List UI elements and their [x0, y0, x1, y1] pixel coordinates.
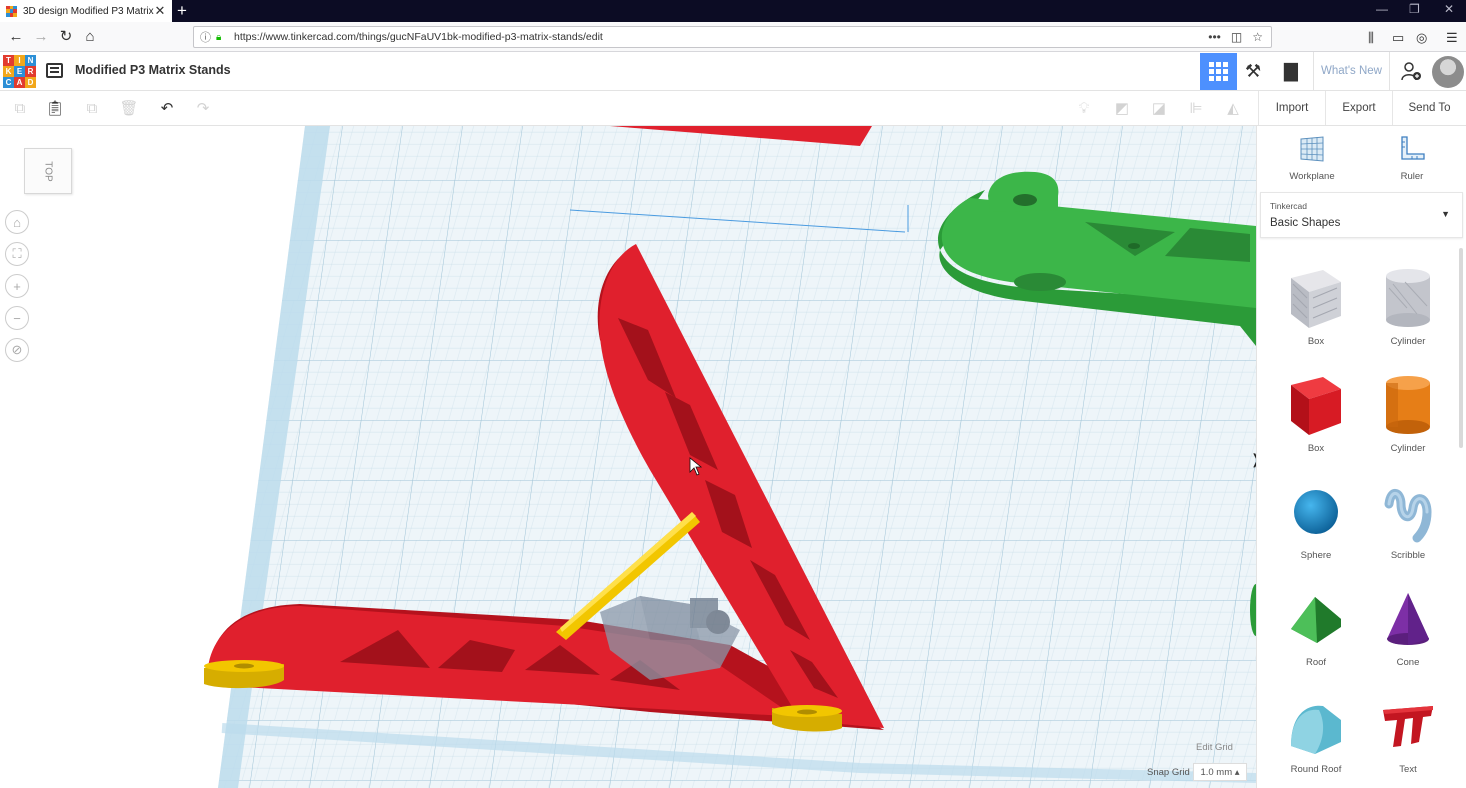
lightbulb-icon[interactable]: 💡︎ — [1074, 99, 1094, 119]
shape-sphere[interactable]: Sphere — [1276, 478, 1356, 561]
maximize-icon[interactable]: ❐ — [1409, 2, 1420, 16]
home-view-icon[interactable]: ⌂ — [5, 210, 29, 234]
window-close-icon[interactable]: ✕ — [1444, 2, 1454, 16]
cone-icon — [1387, 593, 1429, 645]
app-header: T I N K E R C A D Modified P3 Matrix Sta… — [0, 52, 1466, 91]
send-to-button[interactable]: Send To — [1392, 91, 1466, 125]
box-hole-icon — [1291, 270, 1341, 328]
address-bar[interactable]: ⓘ 🔒︎ https://www.tinkercad.com/things/gu… — [193, 26, 1272, 48]
round-roof-icon — [1291, 705, 1341, 754]
caret-down-icon: ▼ — [1441, 209, 1450, 219]
shape-box[interactable]: Box — [1276, 371, 1356, 454]
editor-toolbar: ⧉ 📋︎ ⧉ 🗑︎ ↶ ↷ 💡︎ ◩ ◪ ⊫ ◭ Import Export S… — [0, 91, 1466, 126]
shape-box-hole[interactable]: Box — [1276, 264, 1356, 347]
shape-scribble[interactable]: Scribble — [1368, 478, 1448, 561]
box-icon — [1291, 377, 1341, 435]
project-title[interactable]: Modified P3 Matrix Stands — [75, 63, 231, 77]
cylinder-icon — [1386, 376, 1430, 434]
minimize-icon[interactable]: — — [1376, 2, 1388, 16]
scene-svg[interactable] — [0, 126, 1256, 788]
sidebar-icon[interactable]: ▭ — [1392, 30, 1404, 46]
export-button[interactable]: Export — [1325, 91, 1392, 125]
tab-title: 3D design Modified P3 Matrix S — [23, 5, 154, 17]
home-icon[interactable]: ⌂ — [80, 27, 100, 47]
bricks-icon[interactable]: ▇ — [1284, 61, 1298, 82]
new-tab-button[interactable]: + — [177, 1, 187, 21]
grid-icon — [1209, 62, 1228, 81]
shape-hole-icon[interactable]: ◩ — [1112, 99, 1132, 119]
browser-tab-strip: 3D design Modified P3 Matrix S ✕ + — ❐ ✕ — [0, 0, 1466, 22]
fit-all-icon[interactable]: ⛶ — [5, 242, 29, 266]
shape-roof[interactable]: Roof — [1276, 585, 1356, 668]
workplane-icon — [1300, 136, 1324, 162]
tab-close-icon[interactable]: ✕ — [154, 3, 166, 19]
shape-text[interactable]: Text — [1368, 692, 1448, 775]
tinkercad-logo[interactable]: T I N K E R C A D — [3, 55, 36, 88]
snap-grid-select[interactable]: 1.0 mm ▴ — [1193, 763, 1247, 781]
add-user-icon[interactable] — [1401, 61, 1421, 81]
shape-round-roof[interactable]: Round Roof — [1276, 692, 1356, 775]
perspective-icon[interactable]: ⊘ — [5, 338, 29, 362]
browser-navbar: ← → ↻ ⌂ ⓘ 🔒︎ https://www.tinkercad.com/t… — [0, 22, 1466, 52]
workplane-button[interactable]: Workplane — [1282, 134, 1342, 182]
import-button[interactable]: Import — [1258, 91, 1325, 125]
align-icon[interactable]: ⊫ — [1186, 99, 1206, 119]
pocket-icon[interactable]: ◫ — [1231, 30, 1242, 44]
design-list-icon[interactable] — [46, 63, 63, 78]
back-icon[interactable]: ← — [6, 27, 26, 47]
delete-icon[interactable]: 🗑︎ — [119, 99, 139, 119]
avatar[interactable] — [1432, 56, 1464, 88]
shape-cone[interactable]: Cone — [1368, 585, 1448, 668]
redo-icon[interactable]: ↷ — [193, 99, 213, 119]
scribble-icon — [1384, 489, 1432, 543]
extension-icon[interactable]: ◎ — [1416, 30, 1427, 46]
ruler-icon — [1401, 136, 1425, 160]
library-icon[interactable]: ⫼ — [1368, 30, 1374, 46]
paste-icon[interactable]: 📋︎ — [45, 99, 65, 119]
tinkercad-window: 3D design Modified P3 Matrix S ✕ + — ❐ ✕… — [0, 0, 1466, 788]
3d-view-button[interactable] — [1200, 53, 1237, 90]
browser-tab[interactable]: 3D design Modified P3 Matrix S ✕ — [0, 0, 172, 22]
page-actions-icon[interactable]: ••• — [1208, 30, 1221, 44]
undo-icon[interactable]: ↶ — [157, 99, 177, 119]
copy-icon[interactable]: ⧉ — [10, 99, 30, 119]
reload-icon[interactable]: ↻ — [56, 27, 76, 47]
zoom-out-icon[interactable]: − — [5, 306, 29, 330]
mirror-icon[interactable]: ◭ — [1223, 99, 1243, 119]
info-icon[interactable]: ⓘ — [200, 29, 214, 45]
edit-grid-button[interactable]: Edit Grid — [1196, 742, 1233, 753]
group-icon[interactable]: ◪ — [1149, 99, 1169, 119]
whats-new-button[interactable]: What's New — [1313, 52, 1390, 90]
ruler-button[interactable]: Ruler — [1382, 134, 1442, 182]
yellow-foot-right[interactable] — [772, 705, 842, 732]
url-text: https://www.tinkercad.com/things/gucNFaU… — [234, 31, 603, 43]
lock-icon: 🔒︎ — [216, 31, 222, 43]
duplicate-icon[interactable]: ⧉ — [82, 99, 102, 119]
zoom-in-icon[interactable]: + — [5, 274, 29, 298]
3d-workplane-canvas[interactable]: TOP ⌂ ⛶ + − ⊘ ❭ Edit Grid Snap Grid 1.0 … — [0, 126, 1256, 788]
forward-icon[interactable]: → — [31, 27, 51, 47]
cylinder-hole-icon — [1386, 269, 1430, 327]
yellow-foot-left[interactable] — [204, 660, 284, 689]
view-cube[interactable]: TOP — [24, 148, 72, 194]
snap-grid-label: Snap Grid — [1147, 767, 1190, 778]
tinkercad-favicon — [6, 5, 17, 17]
menu-icon[interactable]: ☰ — [1446, 30, 1458, 46]
roof-icon — [1291, 597, 1341, 643]
text-shape-icon — [1383, 706, 1433, 747]
bookmark-star-icon[interactable]: ☆ — [1252, 30, 1263, 44]
sphere-icon — [1294, 490, 1338, 534]
shapes-panel: Workplane Ruler Tinkercad Basic Shapes ▼ — [1256, 126, 1466, 788]
shape-cylinder-hole[interactable]: Cylinder — [1368, 264, 1448, 347]
panel-scrollbar[interactable] — [1459, 248, 1463, 448]
shape-cylinder[interactable]: Cylinder — [1368, 371, 1448, 454]
blocks-pickaxe-icon[interactable]: ⚒ — [1245, 61, 1261, 82]
shape-library-dropdown[interactable]: Tinkercad Basic Shapes ▼ — [1260, 192, 1463, 238]
